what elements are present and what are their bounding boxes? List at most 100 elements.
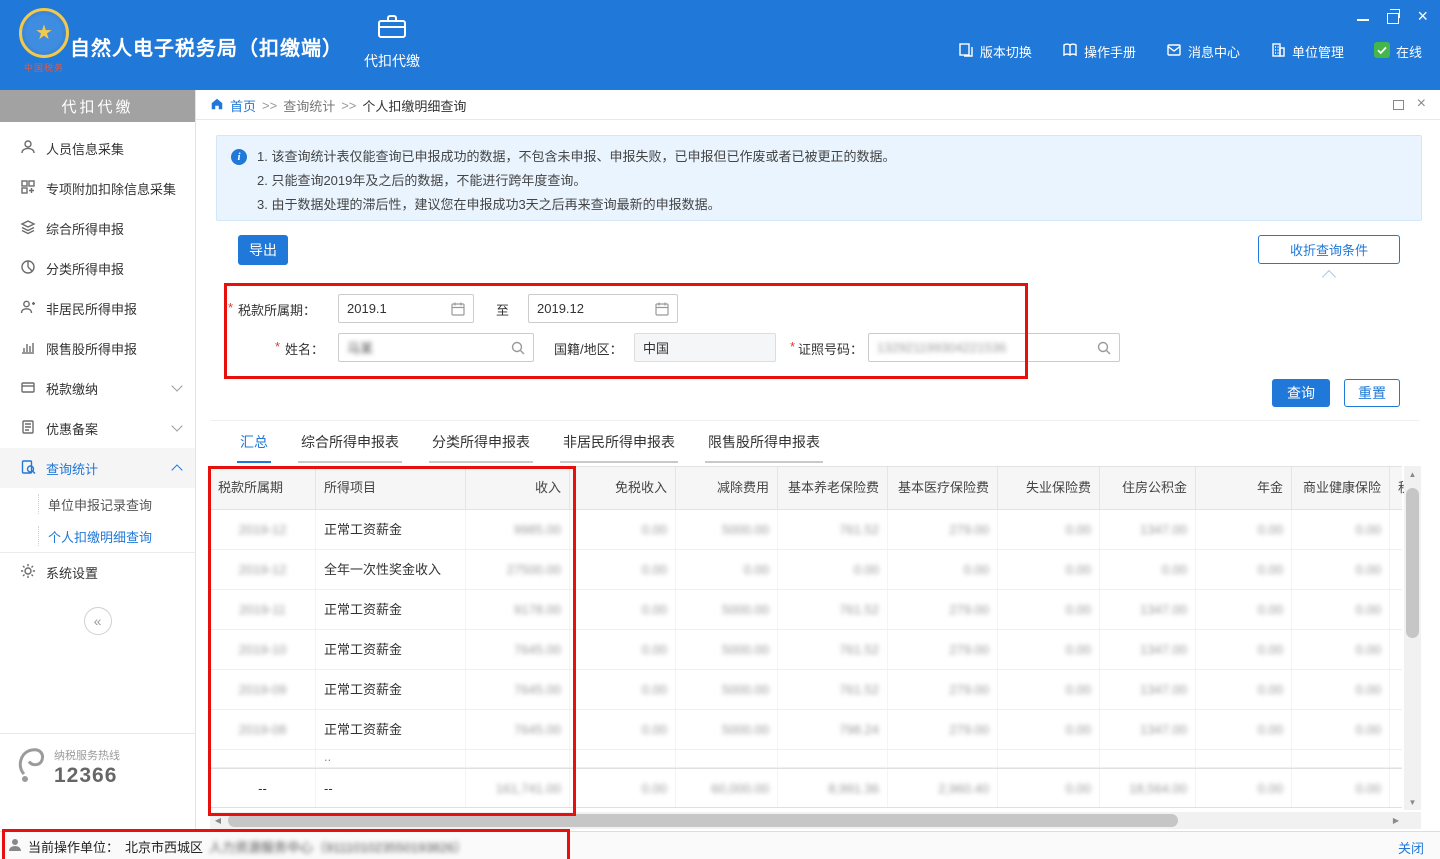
sidebar-item-label: 优惠备案 xyxy=(46,419,163,438)
table-cell: 9178.00 xyxy=(466,590,570,629)
table-cell: 279.00 xyxy=(888,590,998,629)
table-cell: 0.00 xyxy=(570,510,676,549)
sidebar-item-query-statistics[interactable]: 查询统计 xyxy=(0,448,195,488)
table-cell: 0.00 xyxy=(1196,769,1292,807)
table-cell: 1347.00 xyxy=(1100,590,1196,629)
table-cell: 0.00 xyxy=(1292,670,1390,709)
table-cell xyxy=(1390,590,1402,629)
tab-0[interactable]: 汇总 xyxy=(237,428,271,463)
logo-caption: 中国税务 xyxy=(14,61,74,74)
scroll-up-icon[interactable]: ▲ xyxy=(1404,466,1421,482)
sidebar-item-nonresident-income[interactable]: 非居民所得申报 xyxy=(0,288,195,328)
current-unit-blurred: 人力资源服务中心（911101023550193826） xyxy=(209,837,467,856)
horizontal-scroll-thumb[interactable] xyxy=(228,814,1178,827)
table-row-partial[interactable]: .. xyxy=(210,750,1402,768)
sidebar-subitem-unit-declaration-query[interactable]: 单位申报记录查询 xyxy=(0,488,195,520)
panel-restore-icon[interactable] xyxy=(1393,100,1404,110)
name-label: 姓名： xyxy=(285,339,324,358)
search-icon[interactable] xyxy=(1096,340,1112,359)
unit-management-link[interactable]: 单位管理 xyxy=(1270,42,1344,61)
table-cell: 0.00 xyxy=(998,510,1100,549)
sidebar-item-classified-income[interactable]: 分类所得申报 xyxy=(0,248,195,288)
tab-3[interactable]: 非居民所得申报表 xyxy=(560,428,678,463)
panel-close-icon[interactable]: × xyxy=(1417,95,1426,113)
table-cell: 0.00 xyxy=(570,769,676,807)
version-switch-link[interactable]: 版本切换 xyxy=(958,42,1032,61)
restore-button[interactable] xyxy=(1387,13,1399,24)
tab-2[interactable]: 分类所得申报表 xyxy=(429,428,533,463)
cert-number-value: 132921199304221536 xyxy=(877,340,1006,355)
search-icon[interactable] xyxy=(510,340,526,359)
table-cell: 0.00 xyxy=(570,630,676,669)
column-header-income_item: 所得项目 xyxy=(316,467,466,509)
calendar-icon[interactable] xyxy=(654,301,670,320)
nationality-label: 国籍/地区： xyxy=(554,339,623,358)
sidebar: 代扣代缴 人员信息采集 专项附加扣除信息采集 综合所得申报 分类所得申报 非居民… xyxy=(0,90,196,831)
sidebar-collapse-button[interactable]: « xyxy=(84,607,112,635)
manual-link[interactable]: 操作手册 xyxy=(1062,42,1136,61)
horizontal-scrollbar[interactable]: ◀ ▶ xyxy=(210,812,1404,829)
summary-row[interactable]: ----161,741.000.0060,000.008,991.362,960… xyxy=(210,768,1402,808)
statusbar-close-link[interactable]: 关闭 xyxy=(1398,838,1424,857)
table-cell: 60,000.00 xyxy=(676,769,778,807)
sidebar-subitem-label: 个人扣缴明细查询 xyxy=(48,527,152,546)
table-row[interactable]: 2019-11正常工资薪金9178.000.005000.00761.52279… xyxy=(210,590,1402,630)
table-cell: 0.00 xyxy=(1196,550,1292,589)
table-row[interactable]: 2019-08正常工资薪金7645.000.005000.00798.24279… xyxy=(210,710,1402,750)
sidebar-item-personnel-info[interactable]: 人员信息采集 xyxy=(0,128,195,168)
vertical-scroll-thumb[interactable] xyxy=(1406,488,1419,638)
export-button[interactable]: 导出 xyxy=(238,235,288,265)
tab-withholding[interactable]: 代扣代缴 xyxy=(352,14,432,71)
sidebar-item-special-deduction[interactable]: 专项附加扣除信息采集 xyxy=(0,168,195,208)
column-header-pension_insurance: 基本养老保险费 xyxy=(778,467,888,509)
sidebar-item-preferential-filing[interactable]: 优惠备案 xyxy=(0,408,195,448)
collapse-caret-icon[interactable] xyxy=(1322,270,1336,284)
column-header-annuity: 年金 xyxy=(1196,467,1292,509)
table-cell: 1347.00 xyxy=(1100,630,1196,669)
vertical-scrollbar[interactable]: ▲ ▼ xyxy=(1404,466,1421,810)
close-button[interactable]: × xyxy=(1417,8,1428,24)
tab-4[interactable]: 限售股所得申报表 xyxy=(705,428,823,463)
table-cell: 5000.00 xyxy=(676,710,778,749)
period-label: 税款所属期： xyxy=(238,300,316,319)
wallet-icon xyxy=(20,379,36,398)
table-cell: 5000.00 xyxy=(676,590,778,629)
table-cell: 0.00 xyxy=(998,550,1100,589)
period-from-input[interactable]: 2019.1 xyxy=(338,294,474,323)
minimize-button[interactable] xyxy=(1357,19,1369,21)
period-to-input[interactable]: 2019.12 xyxy=(528,294,678,323)
envelope-icon xyxy=(1166,42,1182,61)
table-row[interactable]: 2019-09正常工资薪金7645.000.005000.00761.52279… xyxy=(210,670,1402,710)
sidebar-item-restricted-shares[interactable]: 限售股所得申报 xyxy=(0,328,195,368)
table-cell xyxy=(1292,750,1390,767)
scroll-down-icon[interactable]: ▼ xyxy=(1404,794,1421,810)
scroll-right-icon[interactable]: ▶ xyxy=(1388,812,1404,829)
sidebar-item-system-settings[interactable]: 系统设置 xyxy=(0,552,195,591)
sidebar-subitem-personal-withholding-query[interactable]: 个人扣缴明细查询 xyxy=(0,520,195,552)
calendar-icon[interactable] xyxy=(450,301,466,320)
breadcrumb-home[interactable]: 首页 xyxy=(230,96,256,115)
period-from-value: 2019.1 xyxy=(347,301,387,316)
message-center-link[interactable]: 消息中心 xyxy=(1166,42,1240,61)
name-input[interactable]: 马某 xyxy=(338,333,534,362)
breadcrumb-level1[interactable]: 查询统计 xyxy=(283,96,335,115)
nationality-input[interactable]: 中国 xyxy=(634,333,776,362)
tab-1[interactable]: 综合所得申报表 xyxy=(298,428,402,463)
reset-button[interactable]: 重置 xyxy=(1344,379,1400,407)
table-cell: 279.00 xyxy=(888,630,998,669)
table-cell: 0.00 xyxy=(570,710,676,749)
column-header-deduction_expense: 减除费用 xyxy=(676,467,778,509)
collapse-filter-button[interactable]: 收折查询条件 xyxy=(1258,235,1400,264)
online-status[interactable]: 在线 xyxy=(1374,42,1422,61)
query-button[interactable]: 查询 xyxy=(1272,379,1330,407)
table-row[interactable]: 2019-12正常工资薪金9985.000.005000.00761.52279… xyxy=(210,510,1402,550)
sidebar-item-tax-payment[interactable]: 税款缴纳 xyxy=(0,368,195,408)
table-cell xyxy=(210,750,316,767)
cert-number-input[interactable]: 132921199304221536 xyxy=(868,333,1120,362)
table-row[interactable]: 2019-10正常工资薪金7645.000.005000.00761.52279… xyxy=(210,630,1402,670)
scroll-left-icon[interactable]: ◀ xyxy=(210,812,226,829)
briefcase-icon xyxy=(377,27,407,44)
info-icon: i xyxy=(231,149,247,165)
sidebar-item-comprehensive-income[interactable]: 综合所得申报 xyxy=(0,208,195,248)
table-row[interactable]: 2019-12全年一次性奖金收入27500.000.000.000.000.00… xyxy=(210,550,1402,590)
